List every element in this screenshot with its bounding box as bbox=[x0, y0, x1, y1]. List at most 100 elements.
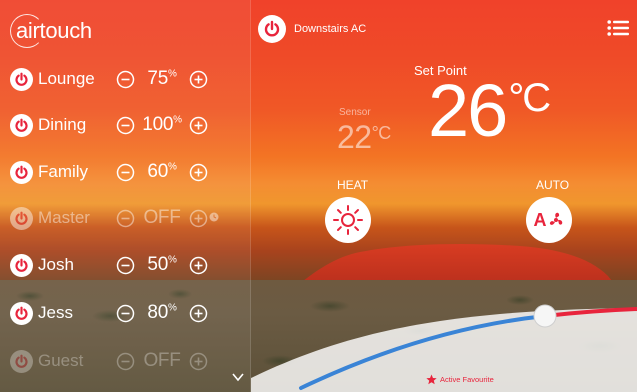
menu-icon[interactable] bbox=[607, 19, 629, 37]
minus-circle-icon bbox=[116, 256, 135, 274]
zone-value: 80% bbox=[135, 302, 189, 324]
zone-value-number: 80 bbox=[147, 302, 168, 323]
minus-circle-icon bbox=[116, 304, 135, 322]
power-icon bbox=[15, 354, 28, 368]
zone-power-button[interactable] bbox=[10, 160, 33, 184]
zone-row-dining: Dining 100% bbox=[10, 108, 242, 142]
minus-circle-icon bbox=[116, 163, 135, 181]
sensor-number: 22 bbox=[337, 119, 372, 155]
timer-clock-icon[interactable] bbox=[209, 212, 219, 222]
power-icon bbox=[15, 306, 28, 320]
zone-row-jess: Jess 80% bbox=[10, 296, 242, 330]
sensor-unit: °C bbox=[371, 123, 392, 143]
plus-circle-icon bbox=[189, 209, 208, 227]
scroll-down-chevron-icon[interactable] bbox=[232, 372, 244, 382]
zone-increase-button[interactable] bbox=[189, 304, 208, 323]
zone-value-number: 50 bbox=[147, 254, 168, 275]
fan-auto-letter: A bbox=[533, 209, 547, 230]
fan-icon bbox=[549, 212, 562, 225]
ac-header: Downstairs AC bbox=[258, 14, 366, 44]
zone-decrease-button[interactable] bbox=[116, 352, 135, 371]
zone-decrease-button[interactable] bbox=[116, 304, 135, 323]
zone-row-josh: Josh 50% bbox=[10, 248, 242, 282]
fan-speed-label: AUTO bbox=[536, 178, 570, 192]
zone-value: 100% bbox=[135, 114, 189, 136]
power-icon bbox=[264, 20, 280, 37]
zone-power-button[interactable] bbox=[10, 113, 33, 137]
airtouch-app: airtouch Lounge 75% Dining 100% Family 60% Mas… bbox=[0, 0, 637, 392]
zone-decrease-button[interactable] bbox=[116, 116, 135, 135]
zone-value-unit: % bbox=[167, 302, 177, 314]
zone-power-button[interactable] bbox=[10, 253, 33, 277]
zone-value-number: OFF bbox=[143, 207, 181, 228]
zone-name: Josh bbox=[38, 255, 74, 274]
zone-value-number: 75 bbox=[147, 68, 168, 89]
zone-name: Master bbox=[38, 208, 90, 227]
zone-power-button[interactable] bbox=[10, 67, 33, 91]
zone-increase-button[interactable] bbox=[189, 256, 208, 275]
zone-increase-button[interactable] bbox=[189, 352, 208, 371]
plus-circle-icon bbox=[189, 70, 208, 88]
setpoint-number: 26 bbox=[428, 69, 508, 152]
zone-name: Guest bbox=[38, 351, 84, 370]
plus-circle-icon bbox=[189, 352, 208, 370]
active-favourite[interactable]: Active Favourite bbox=[426, 374, 494, 385]
zone-value-unit: % bbox=[173, 114, 182, 126]
plus-circle-icon bbox=[189, 163, 208, 181]
plus-circle-icon bbox=[189, 256, 208, 274]
minus-circle-icon bbox=[116, 70, 135, 88]
sun-icon bbox=[333, 205, 363, 235]
zone-value: OFF bbox=[135, 207, 189, 229]
active-favourite-label: Active Favourite bbox=[440, 375, 494, 384]
plus-circle-icon bbox=[189, 116, 208, 134]
zone-decrease-button[interactable] bbox=[116, 70, 135, 89]
setpoint-unit: °C bbox=[508, 76, 551, 120]
zone-value-unit: % bbox=[167, 68, 177, 80]
zone-row-master: Master OFF bbox=[10, 201, 242, 235]
power-icon bbox=[15, 72, 28, 86]
airtouch-logo: airtouch bbox=[10, 14, 92, 48]
zone-name: Lounge bbox=[38, 69, 95, 88]
zone-value-unit: % bbox=[167, 254, 177, 266]
zone-decrease-button[interactable] bbox=[116, 256, 135, 275]
zone-value: 75% bbox=[135, 68, 189, 90]
zone-row-lounge: Lounge 75% bbox=[10, 62, 242, 96]
mode-label: HEAT bbox=[337, 178, 369, 192]
ac-power-button[interactable] bbox=[258, 15, 286, 43]
zone-name: Family bbox=[38, 162, 89, 181]
fan-speed-button[interactable]: A bbox=[526, 197, 572, 243]
zone-power-button[interactable] bbox=[10, 301, 33, 325]
plus-circle-icon bbox=[189, 304, 208, 322]
power-icon bbox=[15, 258, 28, 272]
zone-panel: airtouch bbox=[0, 0, 250, 392]
power-icon bbox=[15, 165, 28, 179]
minus-circle-icon bbox=[116, 209, 135, 227]
zone-increase-button[interactable] bbox=[189, 163, 208, 182]
zone-value: 60% bbox=[135, 161, 189, 183]
slider-thumb[interactable] bbox=[533, 304, 557, 328]
zone-value-number: 60 bbox=[147, 161, 168, 182]
zone-value: 50% bbox=[135, 254, 189, 276]
zone-increase-button[interactable] bbox=[189, 70, 208, 89]
zone-value-unit: % bbox=[167, 161, 177, 173]
zone-name: Dining bbox=[38, 115, 87, 134]
power-icon bbox=[15, 211, 28, 225]
zone-timer[interactable] bbox=[208, 209, 219, 227]
zone-increase-button[interactable] bbox=[189, 209, 208, 228]
logo-text: airtouch bbox=[16, 18, 92, 43]
zone-increase-button[interactable] bbox=[189, 116, 208, 135]
minus-circle-icon bbox=[116, 116, 135, 134]
power-icon bbox=[15, 118, 28, 132]
zone-row-guest: Guest OFF bbox=[10, 344, 242, 378]
setpoint-value: 26°C bbox=[428, 74, 551, 148]
zone-value: OFF bbox=[135, 350, 189, 372]
sensor-label: Sensor bbox=[339, 107, 371, 118]
zone-decrease-button[interactable] bbox=[116, 163, 135, 182]
zone-value-number: OFF bbox=[143, 350, 181, 371]
sensor-value: 22°C bbox=[337, 119, 391, 156]
heat-mode-button[interactable] bbox=[325, 197, 371, 243]
zone-value-number: 100 bbox=[142, 114, 174, 135]
zone-power-button[interactable] bbox=[10, 206, 33, 230]
zone-power-button[interactable] bbox=[10, 349, 33, 373]
zone-decrease-button[interactable] bbox=[116, 209, 135, 228]
